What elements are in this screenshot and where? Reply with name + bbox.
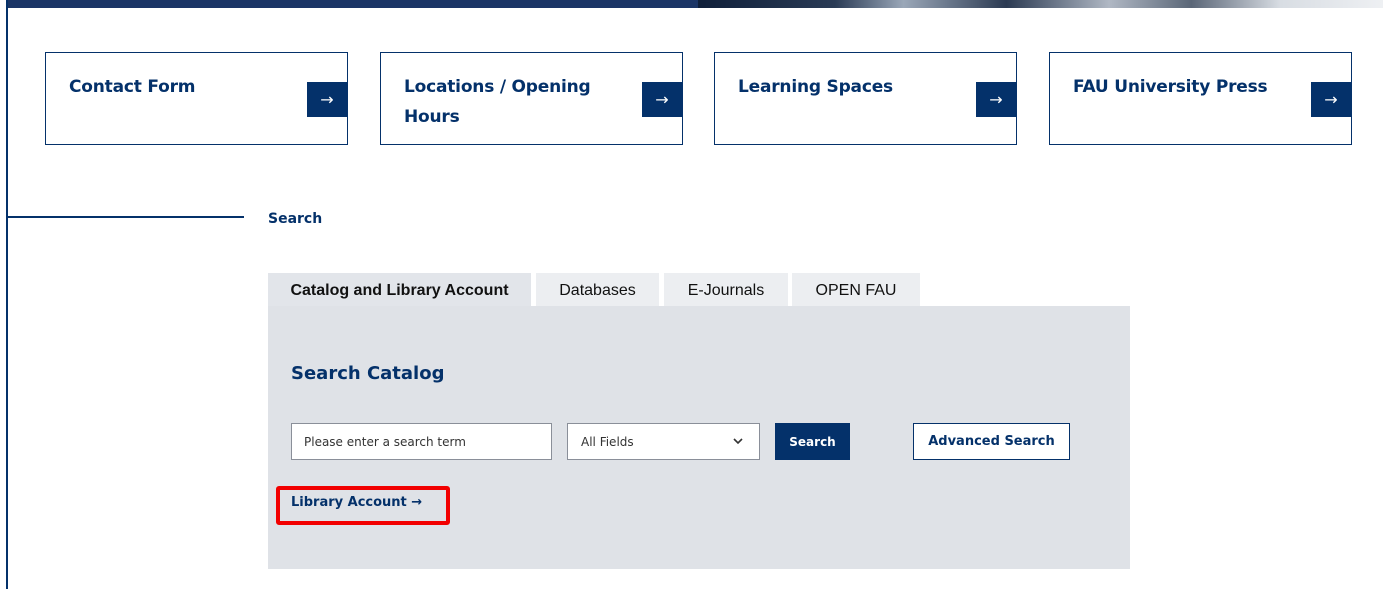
search-input[interactable] xyxy=(291,423,552,460)
quick-link-label: Learning Spaces xyxy=(738,77,893,97)
field-select[interactable]: All Fields xyxy=(567,423,760,460)
quick-link-label: Locations / Opening Hours xyxy=(404,77,591,127)
section-rule xyxy=(8,216,244,218)
section-title: Search xyxy=(268,211,323,227)
arrow-right-icon[interactable]: → xyxy=(642,82,682,117)
hero-image xyxy=(698,0,1383,8)
chevron-down-icon xyxy=(733,438,743,445)
advanced-search-button[interactable]: Advanced Search xyxy=(913,423,1070,460)
search-button[interactable]: Search xyxy=(775,423,850,460)
arrow-right-icon[interactable]: → xyxy=(1311,82,1351,117)
tab-databases[interactable]: Databases xyxy=(536,273,659,308)
quick-link-contact-form[interactable]: Contact Form → xyxy=(45,52,348,145)
arrow-right-icon[interactable]: → xyxy=(307,82,347,117)
panel-title: Search Catalog xyxy=(291,363,445,384)
quick-link-learning-spaces[interactable]: Learning Spaces → xyxy=(714,52,1017,145)
highlight-box xyxy=(276,486,450,525)
quick-link-label: FAU University Press xyxy=(1073,77,1268,97)
quick-link-label: Contact Form xyxy=(69,77,196,97)
tab-open-fau[interactable]: OPEN FAU xyxy=(792,273,920,308)
quick-link-university-press[interactable]: FAU University Press → xyxy=(1049,52,1352,145)
tab-e-journals[interactable]: E-Journals xyxy=(664,273,788,308)
tab-catalog-library-account[interactable]: Catalog and Library Account xyxy=(268,273,531,308)
field-select-value: All Fields xyxy=(581,434,634,449)
left-border xyxy=(6,0,8,589)
quick-link-locations-opening-hours[interactable]: Locations / Opening Hours → xyxy=(380,52,683,145)
hero-banner xyxy=(8,0,1383,8)
arrow-right-icon[interactable]: → xyxy=(976,82,1016,117)
